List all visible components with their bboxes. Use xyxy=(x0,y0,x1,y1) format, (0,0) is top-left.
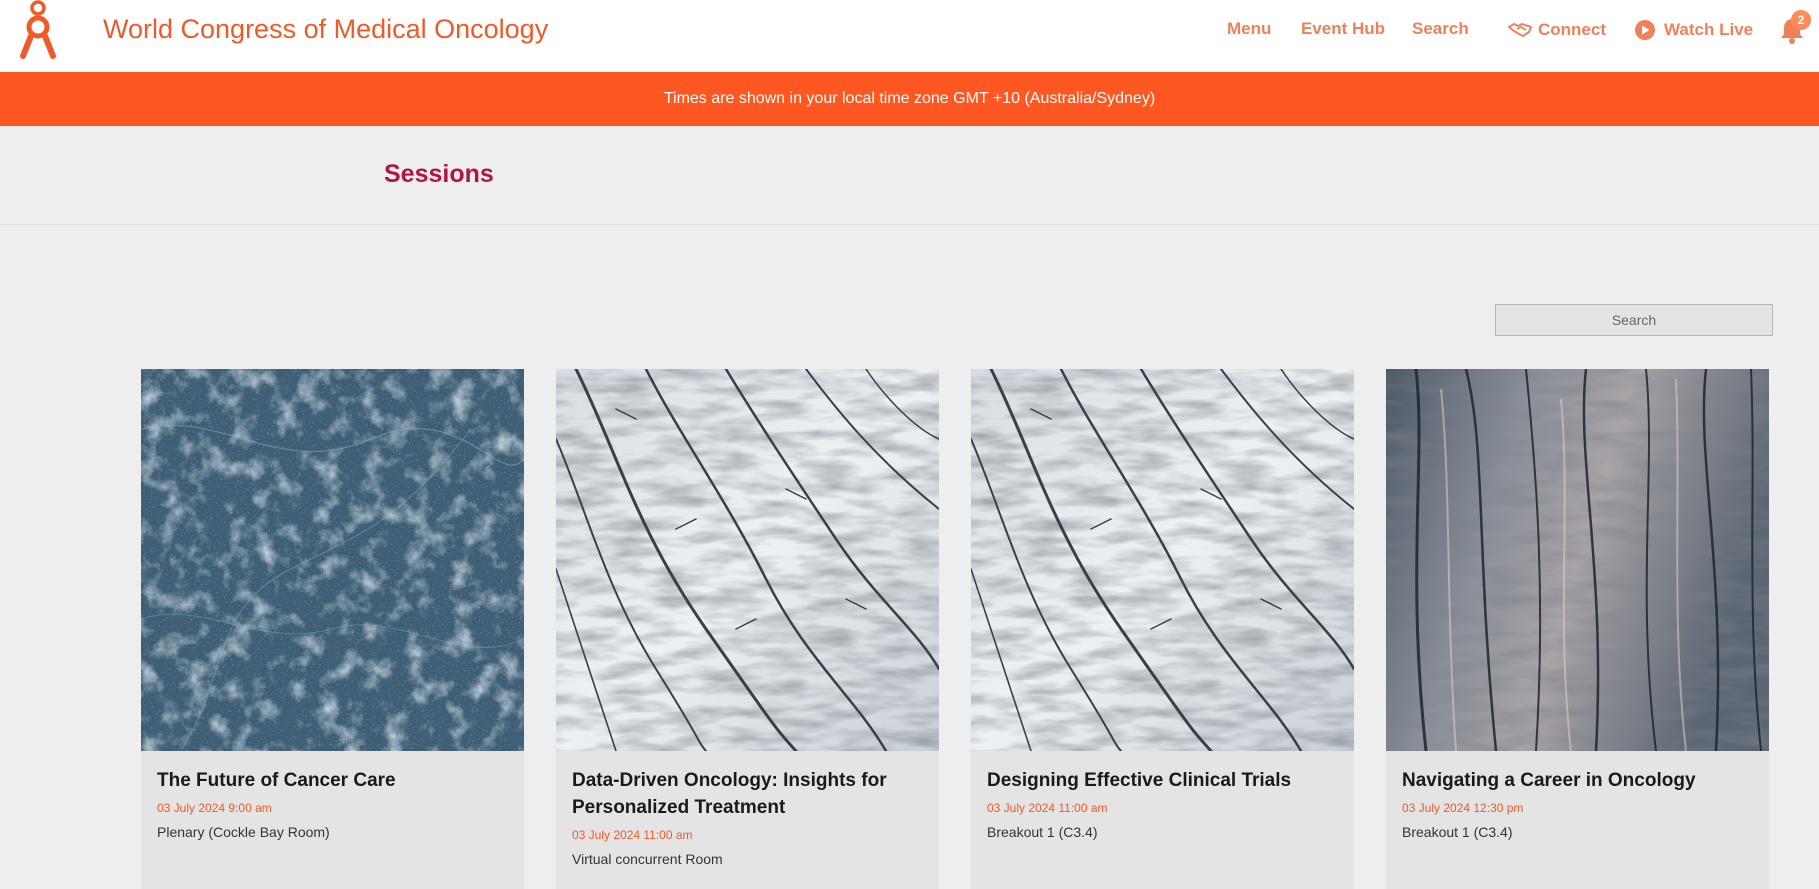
session-card[interactable]: Navigating a Career in Oncology 03 July … xyxy=(1386,369,1769,889)
timezone-banner: Times are shown in your local time zone … xyxy=(0,72,1819,126)
session-title[interactable]: Navigating a Career in Oncology xyxy=(1402,767,1752,794)
nav-event-hub[interactable]: Event Hub xyxy=(1301,19,1385,39)
session-card[interactable]: Data-Driven Oncology: Insights for Perso… xyxy=(556,369,939,889)
session-title[interactable]: Designing Effective Clinical Trials xyxy=(987,767,1337,794)
session-title[interactable]: The Future of Cancer Care xyxy=(157,767,507,794)
nav-search[interactable]: Search xyxy=(1412,19,1469,39)
nav-menu[interactable]: Menu xyxy=(1227,19,1271,39)
session-datetime: 03 July 2024 9:00 am xyxy=(157,801,272,815)
search-input[interactable] xyxy=(1495,304,1773,336)
session-datetime: 03 July 2024 11:00 am xyxy=(572,828,693,842)
top-header: World Congress of Medical Oncology Menu … xyxy=(0,0,1819,72)
session-image xyxy=(971,369,1354,751)
nav-event-hub-label: Event Hub xyxy=(1301,19,1386,38)
session-image xyxy=(1386,369,1769,751)
session-room: Breakout 1 (C3.4) xyxy=(987,824,1098,840)
session-room: Plenary (Cockle Bay Room) xyxy=(157,824,330,840)
session-card[interactable]: Designing Effective Clinical Trials 03 J… xyxy=(971,369,1354,889)
logo-icon[interactable] xyxy=(18,0,58,62)
page-title: Sessions xyxy=(384,160,494,188)
session-card[interactable]: The Future of Cancer Care 03 July 2024 9… xyxy=(141,369,524,889)
nav-connect[interactable]: Connect xyxy=(1508,19,1606,41)
nav-menu-label: Menu xyxy=(1227,19,1272,38)
session-datetime: 03 July 2024 12:30 pm xyxy=(1402,801,1524,815)
nav-connect-label: Connect xyxy=(1538,20,1606,39)
nav-watch-live[interactable]: Watch Live xyxy=(1634,19,1753,41)
play-circle-icon xyxy=(1635,20,1655,40)
site-title[interactable]: World Congress of Medical Oncology xyxy=(103,14,548,45)
handshake-icon xyxy=(1508,23,1532,37)
session-room: Breakout 1 (C3.4) xyxy=(1402,824,1513,840)
session-image xyxy=(556,369,939,751)
nav-watch-live-label: Watch Live xyxy=(1664,20,1754,39)
session-room: Virtual concurrent Room xyxy=(572,851,723,867)
notification-badge: 2 xyxy=(1791,10,1811,30)
nav-search-label: Search xyxy=(1412,19,1469,38)
session-title[interactable]: Data-Driven Oncology: Insights for Perso… xyxy=(572,767,922,821)
session-image xyxy=(141,369,524,751)
session-datetime: 03 July 2024 11:00 am xyxy=(987,801,1108,815)
sessions-header-band: Sessions xyxy=(0,126,1819,225)
